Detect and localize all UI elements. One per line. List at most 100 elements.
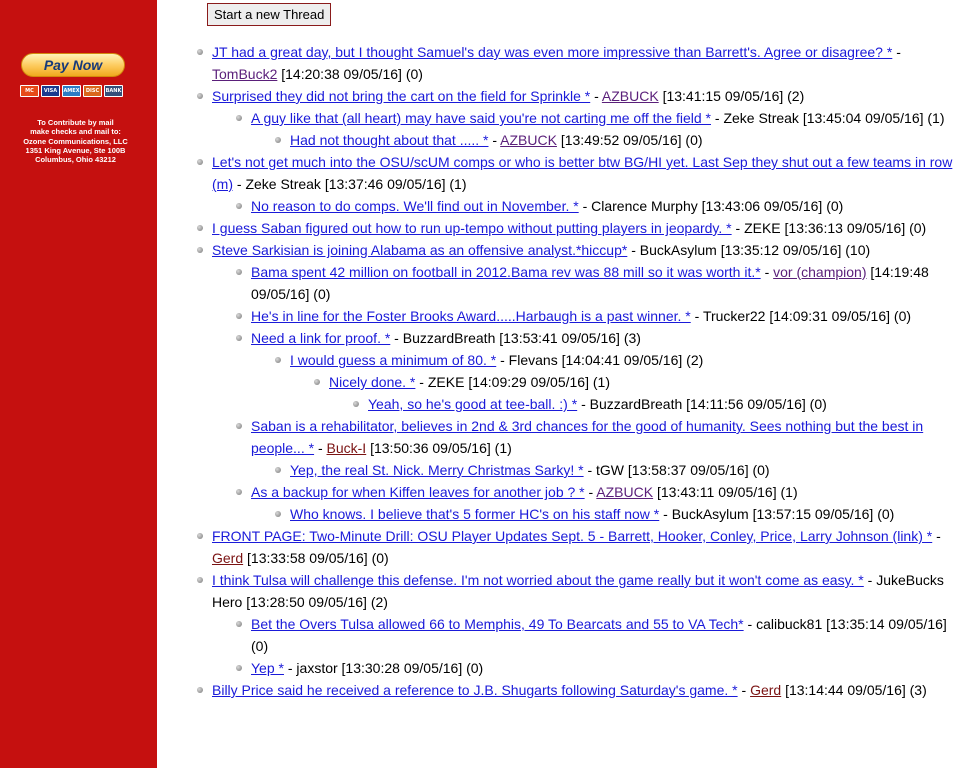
thread-post: No reason to do comps. We'll find out in… (236, 195, 959, 217)
bullet-icon (314, 379, 320, 385)
post-title-link[interactable]: A guy like that (all heart) may have sai… (251, 110, 711, 126)
thread-post: Nicely done. * - ZEKE [14:09:29 09/05/16… (314, 371, 959, 393)
thread-post: I would guess a minimum of 80. * - Fleva… (275, 349, 959, 371)
reply-count: (0) (752, 462, 770, 478)
post-timestamp: [14:04:41 09/05/16] (561, 352, 683, 368)
reply-count: (0) (826, 198, 844, 214)
author-link[interactable]: Buck-I (327, 440, 367, 456)
thread-post: Surprised they did not bring the cart on… (197, 85, 959, 107)
post-title-link[interactable]: Yep, the real St. Nick. Merry Christmas … (290, 462, 584, 478)
bullet-icon (197, 247, 203, 253)
start-new-thread-button[interactable]: Start a new Thread (207, 3, 332, 26)
post-title-link[interactable]: Steve Sarkisian is joining Alabama as an… (212, 242, 627, 258)
author-link[interactable]: vor (champion) (773, 264, 866, 280)
reply-count: (0) (893, 308, 912, 324)
post-title-link[interactable]: No reason to do comps. We'll find out in… (251, 198, 579, 214)
reply-count: (3) (623, 330, 641, 346)
author-link[interactable]: AZBUCK (500, 132, 557, 148)
thread-post: Need a link for proof. * - BuzzardBreath… (236, 327, 959, 349)
mail-info-line: Ozone Communications, LLC (23, 136, 128, 146)
post-title-link[interactable]: As a backup for when Kiffen leaves for a… (251, 484, 585, 500)
post-title-link[interactable]: Yeah, so he's good at tee-ball. :) * (368, 396, 577, 412)
post-title-link[interactable]: Nicely done. * (329, 374, 415, 390)
reply-count: (1) (494, 440, 512, 456)
post-timestamp: [13:43:11 09/05/16] (656, 484, 777, 500)
reply-count: (0) (466, 660, 484, 676)
thread-post: A guy like that (all heart) may have sai… (236, 107, 959, 129)
bullet-icon (236, 621, 242, 627)
author-name: ZEKE (427, 374, 465, 390)
thread-post: Yep * - jaxstor [13:30:28 09/05/16] (0) (236, 657, 959, 679)
post-timestamp: [13:28:50 09/05/16] (246, 594, 367, 610)
post-timestamp: [13:37:46 09/05/16] (324, 176, 446, 192)
reply-count: (0) (405, 66, 423, 82)
post-timestamp: [13:57:15 09/05/16] (752, 506, 874, 522)
thread-list: JT had a great day, but I thought Samuel… (197, 41, 959, 701)
thread-post: I guess Saban figured out how to run up-… (197, 217, 959, 239)
thread-post: Let's not get much into the OSU/scUM com… (197, 151, 959, 195)
bullet-icon (236, 313, 242, 319)
post-timestamp: [13:49:52 09/05/16] (560, 132, 682, 148)
post-title-link[interactable]: JT had a great day, but I thought Samuel… (212, 44, 892, 60)
bullet-icon (275, 357, 281, 363)
post-title-link[interactable]: Who knows. I believe that's 5 former HC'… (290, 506, 659, 522)
author-name: BuzzardBreath (589, 396, 683, 412)
amex-icon: AMEX (62, 85, 81, 97)
post-title-link[interactable]: I would guess a minimum of 80. * (290, 352, 496, 368)
thread-post: Had not thought about that ..... * - AZB… (275, 129, 959, 151)
post-title-link[interactable]: I guess Saban figured out how to run up-… (212, 220, 732, 236)
mail-info-line: 1351 King Avenue, Ste 100B (25, 145, 126, 155)
reply-count: (1) (592, 374, 610, 390)
post-timestamp: [13:58:37 09/05/16] (627, 462, 749, 478)
post-title-link[interactable]: Surprised they did not bring the cart on… (212, 88, 590, 104)
reply-count: (2) (686, 352, 704, 368)
author-link[interactable]: Gerd (750, 682, 781, 698)
post-title-link[interactable]: Let's not get much into the OSU/scUM com… (212, 154, 952, 192)
thread-post: Billy Price said he received a reference… (197, 679, 959, 701)
bullet-icon (236, 423, 242, 429)
author-name: Flevans (508, 352, 558, 368)
thread-post: Bama spent 42 million on football in 201… (236, 261, 959, 305)
author-name: calibuck81 (756, 616, 823, 632)
thread-post: Bet the Overs Tulsa allowed 66 to Memphi… (236, 613, 959, 657)
reply-count: (0) (809, 396, 827, 412)
pay-now-button[interactable]: Pay Now (21, 53, 125, 77)
mail-info-line: make checks and mail to: (30, 127, 121, 137)
author-name: BuzzardBreath (402, 330, 496, 346)
payment-card-icons: MC VISA AMEX DISC BANK (20, 85, 123, 97)
post-title-link[interactable]: He's in line for the Foster Brooks Award… (251, 308, 691, 324)
reply-count: (0) (909, 220, 927, 236)
post-title-link[interactable]: Billy Price said he received a reference… (212, 682, 738, 698)
author-name: jaxstor (296, 660, 338, 676)
author-link[interactable]: AZBUCK (602, 88, 659, 104)
post-title-link[interactable]: Yep * (251, 660, 284, 676)
bullet-icon (197, 577, 203, 583)
post-timestamp: [14:09:31 09/05/16] (769, 308, 891, 324)
bullet-icon (197, 49, 203, 55)
reply-count: (0) (685, 132, 703, 148)
bullet-icon (236, 665, 242, 671)
reply-count: (2) (370, 594, 388, 610)
reply-count: (1) (780, 484, 798, 500)
post-title-link[interactable]: Had not thought about that ..... * (290, 132, 488, 148)
post-timestamp: [14:09:29 09/05/16] (468, 374, 589, 390)
author-link[interactable]: Gerd (212, 550, 243, 566)
author-link[interactable]: AZBUCK (596, 484, 653, 500)
bullet-icon (197, 687, 203, 693)
bullet-icon (275, 467, 281, 473)
bullet-icon (353, 401, 359, 407)
bullet-icon (236, 269, 242, 275)
thread-post: Who knows. I believe that's 5 former HC'… (275, 503, 959, 525)
post-timestamp: [13:14:44 09/05/16] (785, 682, 906, 698)
post-title-link[interactable]: FRONT PAGE: Two-Minute Drill: OSU Player… (212, 528, 932, 544)
author-link[interactable]: TomBuck2 (212, 66, 277, 82)
post-title-link[interactable]: Need a link for proof. * (251, 330, 390, 346)
mail-contribution-info: To Contribute by mail make checks and mai… (0, 118, 151, 164)
post-title-link[interactable]: I think Tulsa will challenge this defens… (212, 572, 864, 588)
post-timestamp: [13:53:41 09/05/16] (499, 330, 620, 346)
post-title-link[interactable]: Bet the Overs Tulsa allowed 66 to Memphi… (251, 616, 744, 632)
bullet-icon (197, 533, 203, 539)
bullet-icon (236, 335, 242, 341)
post-title-link[interactable]: Bama spent 42 million on football in 201… (251, 264, 761, 280)
thread-post: Steve Sarkisian is joining Alabama as an… (197, 239, 959, 261)
